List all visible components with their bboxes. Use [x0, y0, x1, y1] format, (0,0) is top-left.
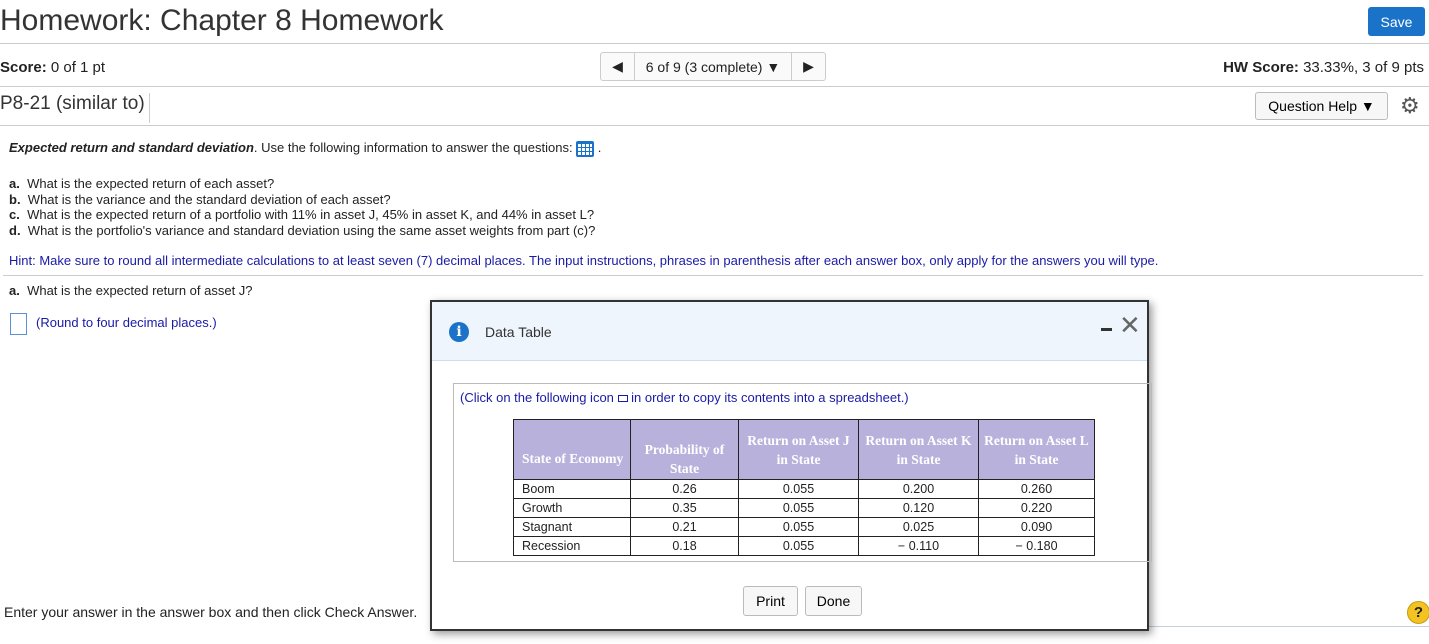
- table-cell: 0.055: [738, 479, 859, 499]
- table-cell: 0.025: [858, 517, 979, 537]
- divider: [0, 125, 1429, 126]
- hw-score-label: HW Score:: [1223, 59, 1299, 76]
- question-intro: Expected return and standard deviation. …: [9, 140, 602, 157]
- part-d: d. What is the portfolio's variance and …: [9, 223, 595, 239]
- caret-down-icon: ▼: [766, 58, 781, 75]
- table-cell: 0.090: [978, 517, 1095, 537]
- table-cell: Boom: [513, 479, 631, 499]
- caret-down-icon: ▼: [1360, 98, 1375, 114]
- table-cell: 0.055: [738, 536, 859, 556]
- table-cell: 0.26: [630, 479, 739, 499]
- question-select[interactable]: 6 of 9 (3 complete) ▼: [634, 53, 792, 80]
- sub-question: a. What is the expected return of asset …: [9, 283, 253, 298]
- round-note: (Round to four decimal places.): [36, 315, 217, 330]
- column-header: Probability of State: [630, 419, 739, 480]
- copy-pre: (Click on the following icon: [460, 390, 618, 405]
- part-text: What is the variance and the standard de…: [27, 191, 391, 207]
- footer-instruction: Enter your answer in the answer box and …: [4, 604, 418, 620]
- part-text: What is the expected return of each asse…: [27, 176, 275, 191]
- table-cell: − 0.180: [978, 536, 1095, 556]
- question-help-button[interactable]: Question Help ▼: [1255, 92, 1388, 120]
- data-table: State of Economy Probability of State Re…: [513, 419, 1095, 556]
- part-text: What is the expected return of a portfol…: [27, 207, 595, 222]
- problem-id: P8-21 (similar to): [0, 93, 150, 123]
- sub-text: What is the expected return of asset J?: [27, 283, 253, 298]
- info-icon: i: [449, 322, 469, 342]
- score-label: Score:: [0, 59, 47, 76]
- answer-input[interactable]: [10, 313, 27, 335]
- question-help-label: Question Help: [1268, 98, 1357, 114]
- done-button[interactable]: Done: [805, 586, 862, 616]
- table-cell: 0.200: [858, 479, 979, 499]
- column-header: Return on Asset L in State: [978, 419, 1095, 480]
- column-header: Return on Asset K in State: [858, 419, 979, 480]
- hw-score-value: 33.33%, 3 of 9 pts: [1298, 59, 1424, 76]
- table-cell: Growth: [513, 498, 631, 518]
- part-letter: c.: [9, 207, 20, 222]
- divider: [1148, 626, 1429, 627]
- table-cell: 0.18: [630, 536, 739, 556]
- table-cell: 0.21: [630, 517, 739, 537]
- prev-question-button[interactable]: ◀: [601, 53, 634, 80]
- table-cell: 0.260: [978, 479, 1095, 499]
- table-cell: Recession: [513, 536, 631, 556]
- gear-icon[interactable]: ⚙: [1400, 93, 1420, 119]
- table-cell: Stagnant: [513, 517, 631, 537]
- divider: [0, 43, 1429, 44]
- table-cell: 0.120: [858, 498, 979, 518]
- part-letter: a.: [9, 176, 20, 191]
- copy-instruction: (Click on the following icon in order to…: [460, 390, 909, 405]
- hint-text: Hint: Make sure to round all intermediat…: [9, 253, 1159, 268]
- part-text: What is the portfolio's variance and sta…: [27, 222, 596, 238]
- question-position: 6 of 9 (3 complete): [645, 58, 763, 75]
- copy-post: in order to copy its contents into a spr…: [627, 390, 909, 405]
- hw-score: HW Score: 33.33%, 3 of 9 pts: [1223, 59, 1424, 76]
- intro-bold: Expected return and standard deviation: [9, 140, 254, 155]
- score-value: 0 of 1 pt: [46, 59, 106, 76]
- table-cell: − 0.110: [858, 536, 979, 556]
- close-icon[interactable]: ✕: [1119, 310, 1141, 341]
- table-row: Growth 0.35 0.055 0.120 0.220: [513, 498, 1095, 518]
- save-button[interactable]: Save: [1368, 7, 1425, 36]
- data-table-icon[interactable]: [576, 140, 595, 157]
- table-cell: 0.220: [978, 498, 1095, 518]
- copy-spreadsheet-icon[interactable]: [617, 395, 628, 403]
- part-a: a. What is the expected return of each a…: [9, 176, 595, 192]
- help-icon[interactable]: ?: [1407, 601, 1429, 624]
- print-button[interactable]: Print: [743, 586, 798, 616]
- column-header: State of Economy: [513, 419, 631, 480]
- part-letter: b.: [9, 191, 21, 207]
- table-cell: 0.055: [738, 498, 859, 518]
- score: Score: 0 of 1 pt: [0, 59, 105, 76]
- table-row: Recession 0.18 0.055− 0.110− 0.180: [513, 536, 1095, 556]
- part-c: c. What is the expected return of a port…: [9, 207, 595, 223]
- question-navigator: ◀ 6 of 9 (3 complete) ▼ ▶: [600, 52, 826, 81]
- column-header: Return on Asset J in State: [738, 419, 859, 480]
- part-b: b. What is the variance and the standard…: [9, 192, 595, 208]
- data-table-container: (Click on the following icon in order to…: [453, 383, 1152, 562]
- table-row: Boom 0.26 0.055 0.200 0.260: [513, 479, 1095, 499]
- minimize-icon[interactable]: [1101, 328, 1112, 331]
- question-parts: a. What is the expected return of each a…: [9, 176, 595, 238]
- table-row: Stagnant 0.21 0.055 0.025 0.090: [513, 517, 1095, 537]
- next-question-button[interactable]: ▶: [792, 53, 825, 80]
- table-cell: 0.35: [630, 498, 739, 518]
- divider: [0, 86, 1429, 87]
- sub-letter: a.: [9, 283, 20, 298]
- table-cell: 0.055: [738, 517, 859, 537]
- divider: [3, 275, 1423, 276]
- intro-text: . Use the following information to answe…: [253, 140, 573, 155]
- dialog-header: i Data Table ✕: [432, 302, 1147, 361]
- page-title: Homework: Chapter 8 Homework: [0, 4, 444, 37]
- dialog-title: Data Table: [485, 324, 552, 340]
- part-letter: d.: [9, 222, 21, 238]
- data-table-dialog: i Data Table ✕ (Click on the following i…: [430, 300, 1152, 631]
